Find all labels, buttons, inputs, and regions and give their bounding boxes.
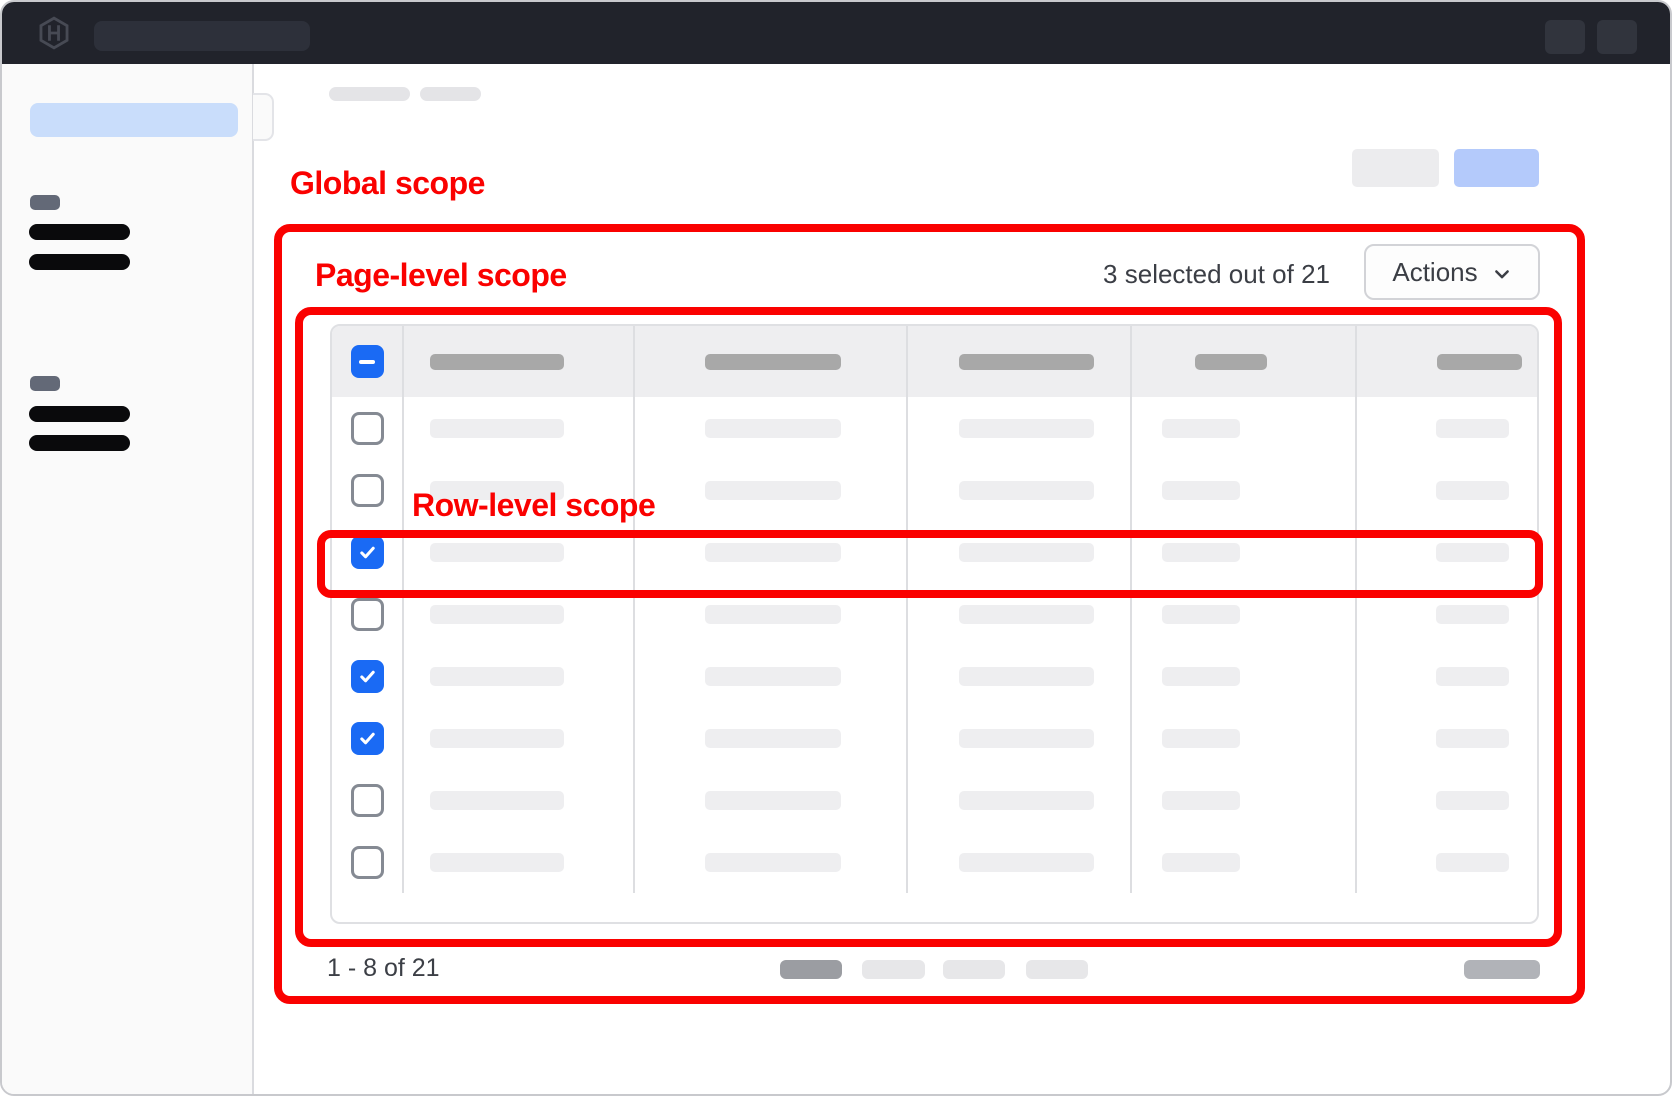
sidebar-item[interactable] — [29, 406, 130, 422]
cell-placeholder — [430, 791, 564, 810]
cell-placeholder — [1436, 481, 1509, 500]
row-checkbox-4[interactable] — [351, 598, 384, 631]
cell-placeholder — [1162, 791, 1240, 810]
pagination-page[interactable] — [862, 960, 925, 979]
cell-placeholder — [959, 543, 1094, 562]
cell-placeholder — [430, 543, 564, 562]
breadcrumb[interactable] — [329, 87, 410, 101]
navbar-help-button[interactable] — [1545, 20, 1585, 54]
table-row — [332, 645, 1537, 707]
cell-placeholder — [705, 481, 841, 500]
row-checkbox-2[interactable] — [351, 474, 384, 507]
table-row — [332, 769, 1537, 831]
top-navbar — [2, 2, 1670, 64]
checkbox-check-icon — [358, 729, 377, 748]
pagination-page[interactable] — [943, 960, 1005, 979]
sidebar-collapse-handle[interactable] — [253, 93, 274, 141]
cell-placeholder — [705, 853, 841, 872]
cell-placeholder — [705, 729, 841, 748]
cell-placeholder — [430, 853, 564, 872]
table-row — [332, 397, 1537, 459]
cell-placeholder — [959, 729, 1094, 748]
row-checkbox-5[interactable] — [351, 660, 384, 693]
select-all-checkbox[interactable] — [351, 345, 384, 378]
cell-placeholder — [1162, 729, 1240, 748]
cell-placeholder — [705, 605, 841, 624]
checkbox-check-icon — [358, 543, 377, 562]
page-level-scope-label: Page-level scope — [315, 258, 567, 292]
navbar-user-menu-button[interactable] — [1597, 20, 1637, 54]
cell-placeholder — [430, 729, 564, 748]
pagination-next-control[interactable] — [1464, 960, 1540, 979]
cell-placeholder — [705, 419, 841, 438]
row-level-scope-label: Row-level scope — [412, 488, 655, 522]
sidebar-item[interactable] — [29, 435, 130, 451]
primary-page-button[interactable] — [1454, 149, 1539, 187]
cell-placeholder — [430, 605, 564, 624]
cell-placeholder — [959, 481, 1094, 500]
actions-dropdown-button[interactable]: Actions — [1364, 244, 1540, 300]
cell-placeholder — [1436, 419, 1509, 438]
selection-summary: 3 selected out of 21 — [1002, 259, 1330, 290]
cell-placeholder — [1436, 729, 1509, 748]
row-checkbox-3[interactable] — [351, 536, 384, 569]
pagination-page[interactable] — [1026, 960, 1088, 979]
column-header-placeholder — [430, 354, 564, 370]
cell-placeholder — [959, 419, 1094, 438]
global-scope-label: Global scope — [290, 166, 485, 200]
app-frame: Global scope Page-level scope 3 selected… — [0, 0, 1672, 1096]
cell-placeholder — [959, 853, 1094, 872]
cell-placeholder — [705, 667, 841, 686]
cell-placeholder — [959, 605, 1094, 624]
cell-placeholder — [1436, 605, 1509, 624]
global-search-input[interactable] — [94, 21, 310, 51]
cell-placeholder — [1162, 667, 1240, 686]
cell-placeholder — [1436, 853, 1509, 872]
hashicorp-logo-icon — [36, 16, 72, 50]
sidebar-section-label — [30, 195, 60, 210]
cell-placeholder — [1436, 543, 1509, 562]
actions-dropdown-label: Actions — [1392, 257, 1477, 288]
table-row — [332, 831, 1537, 893]
cell-placeholder — [1436, 667, 1509, 686]
cell-placeholder — [959, 791, 1094, 810]
cell-placeholder — [959, 667, 1094, 686]
table-header-row — [332, 326, 1537, 397]
chevron-down-icon — [1492, 264, 1512, 284]
column-header-placeholder — [1195, 354, 1267, 370]
data-table — [330, 324, 1539, 924]
cell-placeholder — [1162, 853, 1240, 872]
pagination-page-current[interactable] — [780, 960, 842, 979]
cell-placeholder — [1162, 419, 1240, 438]
sidebar-section-label — [30, 376, 60, 391]
sidebar-item[interactable] — [29, 254, 130, 270]
cell-placeholder — [1436, 791, 1509, 810]
row-checkbox-1[interactable] — [351, 412, 384, 445]
column-header-placeholder — [705, 354, 841, 370]
cell-placeholder — [430, 667, 564, 686]
breadcrumb[interactable] — [420, 87, 481, 101]
sidebar-item-active[interactable] — [30, 103, 238, 137]
cell-placeholder — [1162, 543, 1240, 562]
checkbox-minus-icon — [359, 360, 375, 364]
secondary-page-button[interactable] — [1352, 149, 1439, 187]
cell-placeholder — [430, 419, 564, 438]
row-checkbox-8[interactable] — [351, 846, 384, 879]
table-row — [332, 707, 1537, 769]
table-row — [332, 583, 1537, 645]
sidebar — [2, 64, 254, 1096]
row-checkbox-7[interactable] — [351, 784, 384, 817]
pagination-range-text: 1 - 8 of 21 — [327, 954, 440, 983]
cell-placeholder — [705, 543, 841, 562]
table-row-annotated — [332, 521, 1537, 583]
sidebar-item[interactable] — [29, 224, 130, 240]
column-header-placeholder — [1437, 354, 1522, 370]
table-body — [332, 397, 1537, 893]
row-checkbox-6[interactable] — [351, 722, 384, 755]
cell-placeholder — [705, 791, 841, 810]
checkbox-check-icon — [358, 667, 377, 686]
column-header-placeholder — [959, 354, 1094, 370]
cell-placeholder — [1162, 605, 1240, 624]
cell-placeholder — [1162, 481, 1240, 500]
